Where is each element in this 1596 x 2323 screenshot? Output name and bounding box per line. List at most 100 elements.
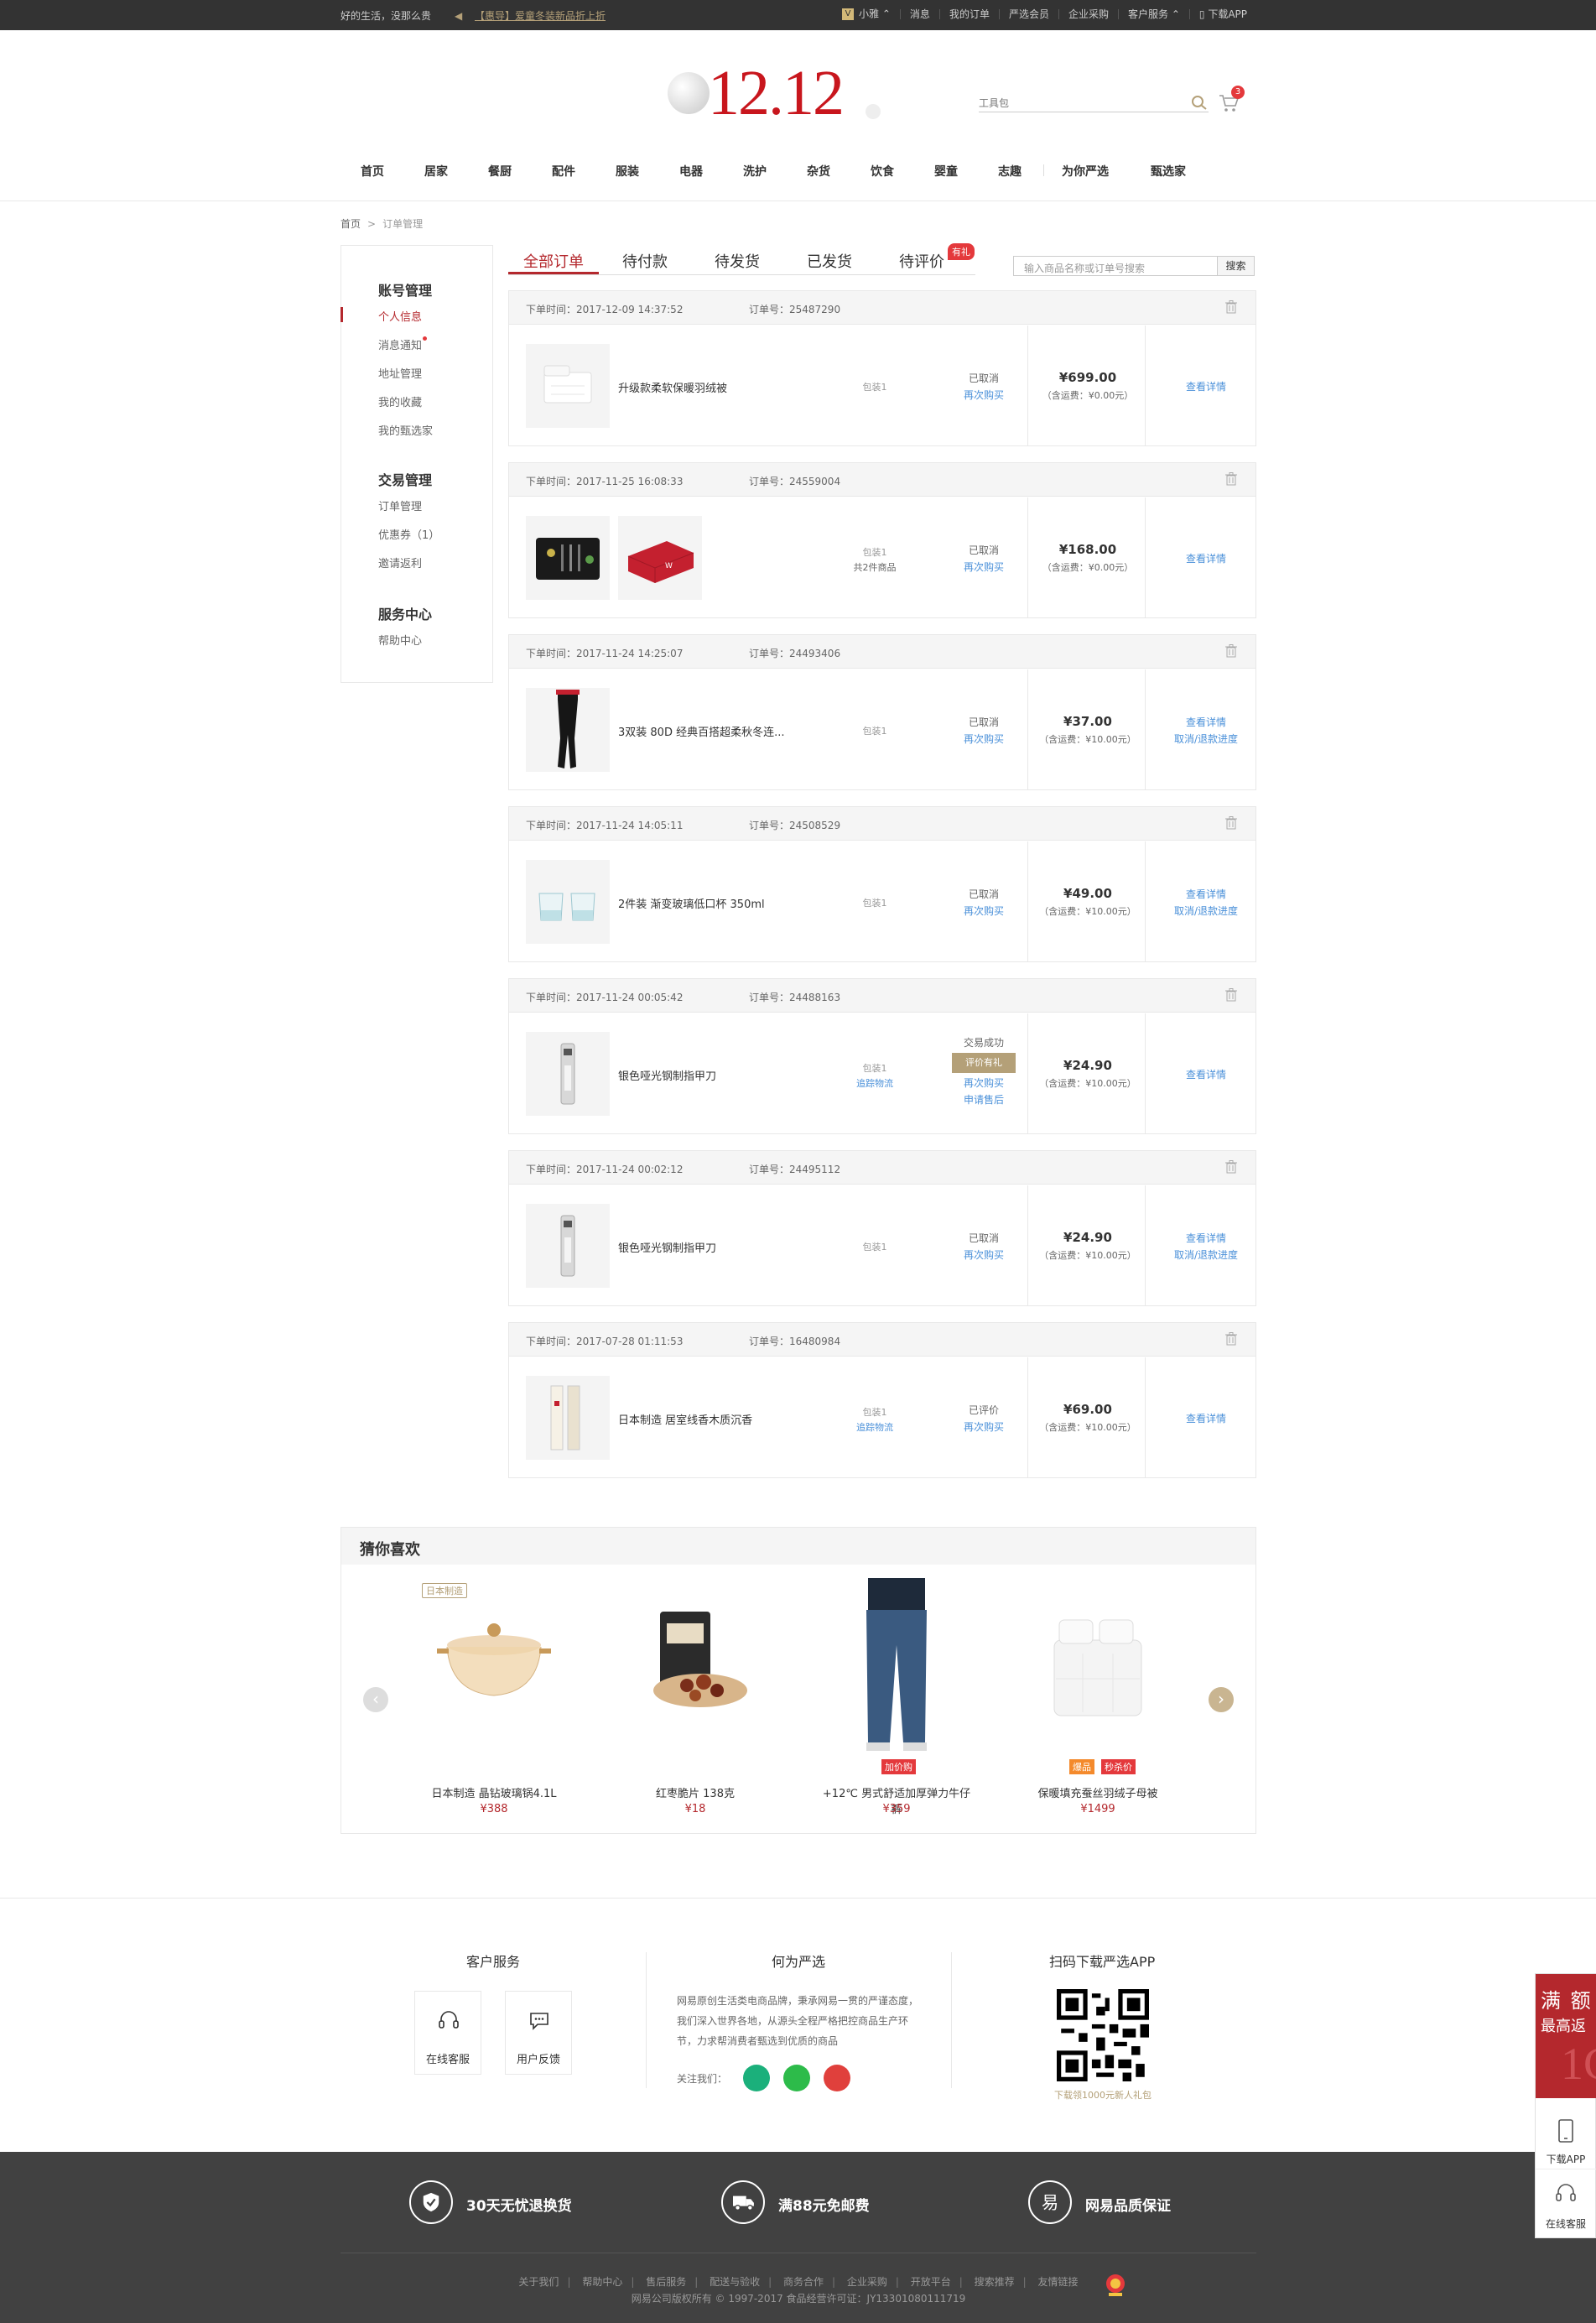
footer-link-open-platform[interactable]: 开放平台 [911, 2276, 951, 2288]
trash-icon[interactable] [1225, 988, 1237, 1002]
nav-item-home-living[interactable]: 居家 [424, 163, 448, 180]
nav-item-apparel[interactable]: 服装 [616, 163, 639, 180]
view-details-link[interactable]: 查看详情 [1186, 716, 1226, 728]
logo[interactable]: 12.12 [668, 52, 881, 144]
nav-item-electronics[interactable]: 电器 [679, 163, 703, 180]
view-details-link[interactable]: 查看详情 [1186, 1413, 1226, 1425]
order-search-input[interactable]: 输入商品名称或订单号搜索 [1024, 261, 1145, 275]
cart-button[interactable]: 3 [1218, 86, 1245, 114]
breadcrumb-home[interactable]: 首页 [341, 218, 361, 230]
view-details-link[interactable]: 查看详情 [1186, 888, 1226, 900]
rebuy-link[interactable]: 再次购买 [964, 733, 1004, 745]
trash-icon[interactable] [1225, 472, 1237, 486]
customer-service-menu[interactable]: 客户服务 ⌃ [1117, 9, 1189, 19]
rebuy-link[interactable]: 再次购买 [964, 389, 1004, 401]
refund-progress-link[interactable]: 取消/退款进度 [1174, 733, 1238, 745]
footer-link-friends[interactable]: 友情链接 [1038, 2276, 1079, 2288]
download-app-link[interactable]: ▯ 下载APP [1188, 9, 1256, 19]
nav-item-food[interactable]: 饮食 [871, 163, 894, 180]
sidebar-item-selector[interactable]: 我的甄选家 [378, 422, 433, 438]
product-image-tool-kit[interactable] [526, 516, 610, 600]
float-download-app[interactable]: 下载APP [1536, 2105, 1596, 2172]
sidebar-item-address[interactable]: 地址管理 [378, 365, 422, 381]
float-online-service[interactable]: 在线客服 [1536, 2169, 1596, 2236]
rebuy-link[interactable]: 再次购买 [964, 905, 1004, 917]
product-image-nail-clipper[interactable] [526, 1204, 610, 1288]
trash-icon[interactable] [1225, 644, 1237, 658]
trash-icon[interactable] [1225, 1332, 1237, 1346]
product-name[interactable]: 银色哑光钢制指甲刀 [618, 1239, 716, 1255]
recommended-product[interactable]: 日本制造 日本制造 晶钻玻璃锅4.1L ¥388 [418, 1578, 569, 1830]
carousel-prev-button[interactable]: ‹ [363, 1687, 388, 1712]
recommended-product[interactable]: 爆品 秒杀价 保暖填充蚕丝羽绒子母被 ¥1499 [1022, 1578, 1173, 1830]
refund-progress-link[interactable]: 取消/退款进度 [1174, 905, 1238, 917]
rebuy-link[interactable]: 再次购买 [964, 1077, 1004, 1089]
sidebar-item-help[interactable]: 帮助中心 [378, 632, 422, 648]
rebuy-link[interactable]: 再次购买 [964, 1421, 1004, 1433]
tab-pending-shipment[interactable]: 待发货 [715, 250, 760, 272]
user-menu[interactable]: V 小雅 ⌃ [833, 8, 900, 20]
review-button[interactable]: 评价有礼 [952, 1053, 1016, 1073]
trash-icon[interactable] [1225, 816, 1237, 830]
yixin-icon[interactable] [743, 2065, 770, 2091]
view-details-link[interactable]: 查看详情 [1186, 1232, 1226, 1244]
sidebar-item-favorites[interactable]: 我的收藏 [378, 393, 422, 409]
tab-shipped[interactable]: 已发货 [807, 250, 852, 272]
order-search-button[interactable]: 搜索 [1217, 257, 1254, 275]
footer-link-delivery[interactable]: 配送与验收 [710, 2276, 760, 2288]
product-name[interactable]: 2件装 渐变玻璃低口杯 350ml [618, 895, 765, 911]
product-image-red-box[interactable]: W [618, 516, 702, 600]
sidebar-item-notifications[interactable]: 消息通知 [378, 336, 428, 352]
product-image-glass-cups[interactable] [526, 860, 610, 944]
rebuy-link[interactable]: 再次购买 [964, 561, 1004, 573]
footer-link-search[interactable]: 搜索推荐 [975, 2276, 1015, 2288]
rebate-promo-banner[interactable]: 满 额 最高返 1C [1536, 1974, 1596, 2098]
footer-link-aftersale[interactable]: 售后服务 [646, 2276, 686, 2288]
product-name[interactable]: 升级款柔软保暖羽绒被 [618, 379, 727, 395]
nav-item-for-you[interactable]: 为你严选 [1062, 163, 1109, 180]
search-icon[interactable] [1190, 94, 1209, 111]
tab-all-orders[interactable]: 全部订单 [523, 250, 584, 272]
sidebar-item-referral[interactable]: 邀请返利 [378, 555, 422, 570]
product-name[interactable]: 银色哑光钢制指甲刀 [618, 1067, 716, 1083]
enterprise-link[interactable]: 企业采购 [1058, 9, 1118, 19]
product-name[interactable]: 日本制造 居室线香木质沉香 [618, 1411, 752, 1427]
product-image-incense[interactable] [526, 1376, 610, 1460]
nav-item-kitchen[interactable]: 餐厨 [488, 163, 512, 180]
product-image-quilt[interactable] [526, 344, 610, 428]
trash-icon[interactable] [1225, 1160, 1237, 1174]
nav-item-home[interactable]: 首页 [361, 163, 384, 180]
recommended-product[interactable]: 加价购 +12℃ 男式舒适加厚弹力牛仔裤 ¥359 [821, 1578, 972, 1830]
tab-pending-review[interactable]: 待评价 [899, 250, 944, 272]
sidebar-item-profile[interactable]: 个人信息 [378, 308, 422, 324]
promo-notice-link[interactable]: ◀ 【惠导】爱童冬装新品折上折 [455, 8, 606, 23]
product-image-tights[interactable] [526, 688, 610, 772]
refund-progress-link[interactable]: 取消/退款进度 [1174, 1249, 1238, 1261]
nav-item-interests[interactable]: 志趣 [998, 163, 1022, 180]
weibo-icon[interactable] [824, 2065, 850, 2091]
nav-item-care[interactable]: 洗护 [743, 163, 767, 180]
wechat-icon[interactable] [783, 2065, 810, 2091]
product-image-nail-clipper[interactable] [526, 1032, 610, 1116]
footer-link-enterprise[interactable]: 企业采购 [847, 2276, 887, 2288]
carousel-next-button[interactable]: › [1209, 1687, 1234, 1712]
nav-item-selectors[interactable]: 甄选家 [1151, 163, 1186, 180]
view-details-link[interactable]: 查看详情 [1186, 1069, 1226, 1081]
sidebar-item-coupons[interactable]: 优惠券（1） [378, 526, 439, 542]
footer-link-business[interactable]: 商务合作 [783, 2276, 824, 2288]
sidebar-item-orders[interactable]: 订单管理 [378, 497, 422, 513]
messages-link[interactable]: 消息 [899, 9, 939, 19]
view-details-link[interactable]: 查看详情 [1186, 381, 1226, 393]
track-logistics-link[interactable]: 追踪物流 [856, 1422, 893, 1433]
footer-link-help[interactable]: 帮助中心 [582, 2276, 622, 2288]
feedback-button[interactable]: 用户反馈 [505, 1991, 572, 2075]
tab-pending-payment[interactable]: 待付款 [622, 250, 668, 272]
online-service-button[interactable]: 在线客服 [414, 1991, 481, 2075]
search-input[interactable] [979, 92, 1180, 109]
rebuy-link[interactable]: 再次购买 [964, 1249, 1004, 1261]
product-name[interactable]: 3双装 80D 经典百搭超柔秋冬连... [618, 723, 785, 739]
view-details-link[interactable]: 查看详情 [1186, 553, 1226, 565]
footer-link-about[interactable]: 关于我们 [518, 2276, 559, 2288]
after-sale-link[interactable]: 申请售后 [964, 1094, 1004, 1106]
track-logistics-link[interactable]: 追踪物流 [856, 1078, 893, 1089]
